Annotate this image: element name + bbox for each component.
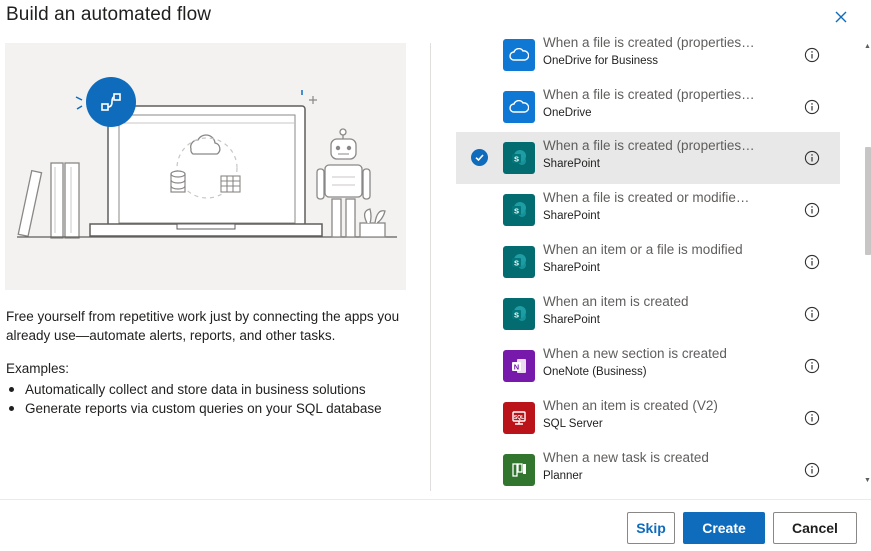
info-icon[interactable] <box>804 358 820 374</box>
cancel-button[interactable]: Cancel <box>773 512 857 544</box>
svg-text:N: N <box>514 362 519 371</box>
flow-connector-icon <box>101 93 121 111</box>
trigger-connector-name: SharePoint <box>543 314 600 326</box>
sharepoint-icon: S <box>503 142 535 174</box>
trigger-item[interactable]: S When a file is created (properties only… <box>456 132 840 184</box>
skip-button[interactable]: Skip <box>627 512 675 544</box>
trigger-connector-name: SharePoint <box>543 262 600 274</box>
trigger-connector-name: OneDrive for Business <box>543 55 659 67</box>
trigger-name: When a file is created (properties only) <box>543 138 755 153</box>
svg-text:S: S <box>514 258 519 267</box>
trigger-connector-name: OneDrive <box>543 107 592 119</box>
onenote-icon: N <box>503 350 535 382</box>
trigger-list-scrollbar[interactable]: ▲ ▼ <box>864 43 871 491</box>
example-text: Generate reports via custom queries on y… <box>25 401 382 416</box>
checkmark-icon <box>471 149 488 166</box>
trigger-connector-name: OneNote (Business) <box>543 366 647 378</box>
examples-title: Examples: <box>6 361 70 376</box>
example-item: Generate reports via custom queries on y… <box>6 399 416 418</box>
example-text: Automatically collect and store data in … <box>25 382 366 397</box>
svg-text:S: S <box>514 206 519 215</box>
trigger-item[interactable]: When a file is created (properties only)… <box>456 29 840 81</box>
trigger-item[interactable]: S When an item is created SharePoint <box>456 288 840 340</box>
planner-icon <box>503 454 535 486</box>
info-icon[interactable] <box>804 254 820 270</box>
trigger-item[interactable]: When a file is created (properties only)… <box>456 81 840 133</box>
trigger-item[interactable]: N When a new section is created OneNote (B… <box>456 340 840 392</box>
trigger-name: When a new section is created <box>543 346 727 361</box>
trigger-connector-name: SharePoint <box>543 210 600 222</box>
svg-text:S: S <box>514 310 519 319</box>
trigger-name: When a file is created or modified (prop… <box>543 190 755 205</box>
trigger-name: When an item is created <box>543 294 689 309</box>
bullet-icon <box>9 387 14 392</box>
pane-divider <box>430 43 431 491</box>
trigger-item[interactable]: When a new task is created Planner <box>456 444 840 494</box>
trigger-item[interactable]: SQL When an item is created (V2) SQL Serve… <box>456 392 840 444</box>
trigger-connector-name: SQL Server <box>543 418 603 430</box>
bullet-icon <box>9 406 14 411</box>
info-icon[interactable] <box>804 150 820 166</box>
trigger-connector-name: Planner <box>543 470 583 482</box>
example-item: Automatically collect and store data in … <box>6 380 416 399</box>
footer-divider <box>0 499 871 500</box>
scroll-down-arrow-icon[interactable]: ▼ <box>864 477 871 485</box>
flow-icon-badge <box>86 77 136 127</box>
svg-text:SQL: SQL <box>514 415 524 421</box>
sharepoint-icon: S <box>503 194 535 226</box>
trigger-name: When a file is created (properties only) <box>543 35 755 50</box>
trigger-list: When a file is created (properties only)… <box>456 29 840 494</box>
trigger-name: When an item is created (V2) <box>543 398 718 413</box>
examples-list: Automatically collect and store data in … <box>6 380 416 418</box>
info-icon[interactable] <box>804 306 820 322</box>
dialog-title: Build an automated flow <box>6 4 212 25</box>
trigger-name: When a new task is created <box>543 450 709 465</box>
create-button[interactable]: Create <box>683 512 765 544</box>
close-button[interactable] <box>832 8 850 26</box>
hero-illustration <box>5 43 406 290</box>
close-icon <box>835 11 847 23</box>
intro-description: Free yourself from repetitive work just … <box>6 309 400 343</box>
scroll-up-arrow-icon[interactable]: ▲ <box>864 43 871 51</box>
trigger-item[interactable]: S When an item or a file is modified Share… <box>456 236 840 288</box>
trigger-name: When a file is created (properties only) <box>543 87 755 102</box>
info-icon[interactable] <box>804 202 820 218</box>
trigger-name: When an item or a file is modified <box>543 242 743 257</box>
trigger-item[interactable]: S When a file is created or modified (pro… <box>456 184 840 236</box>
sql-server-icon: SQL <box>503 402 535 434</box>
svg-text:S: S <box>514 154 519 163</box>
onedrive-cloud-icon <box>503 39 535 71</box>
info-icon[interactable] <box>804 47 820 63</box>
trigger-connector-name: SharePoint <box>543 158 600 170</box>
sharepoint-icon: S <box>503 298 535 330</box>
scroll-thumb[interactable] <box>865 147 871 255</box>
info-icon[interactable] <box>804 462 820 478</box>
info-icon[interactable] <box>804 410 820 426</box>
sharepoint-icon: S <box>503 246 535 278</box>
info-icon[interactable] <box>804 99 820 115</box>
onedrive-cloud-icon <box>503 91 535 123</box>
